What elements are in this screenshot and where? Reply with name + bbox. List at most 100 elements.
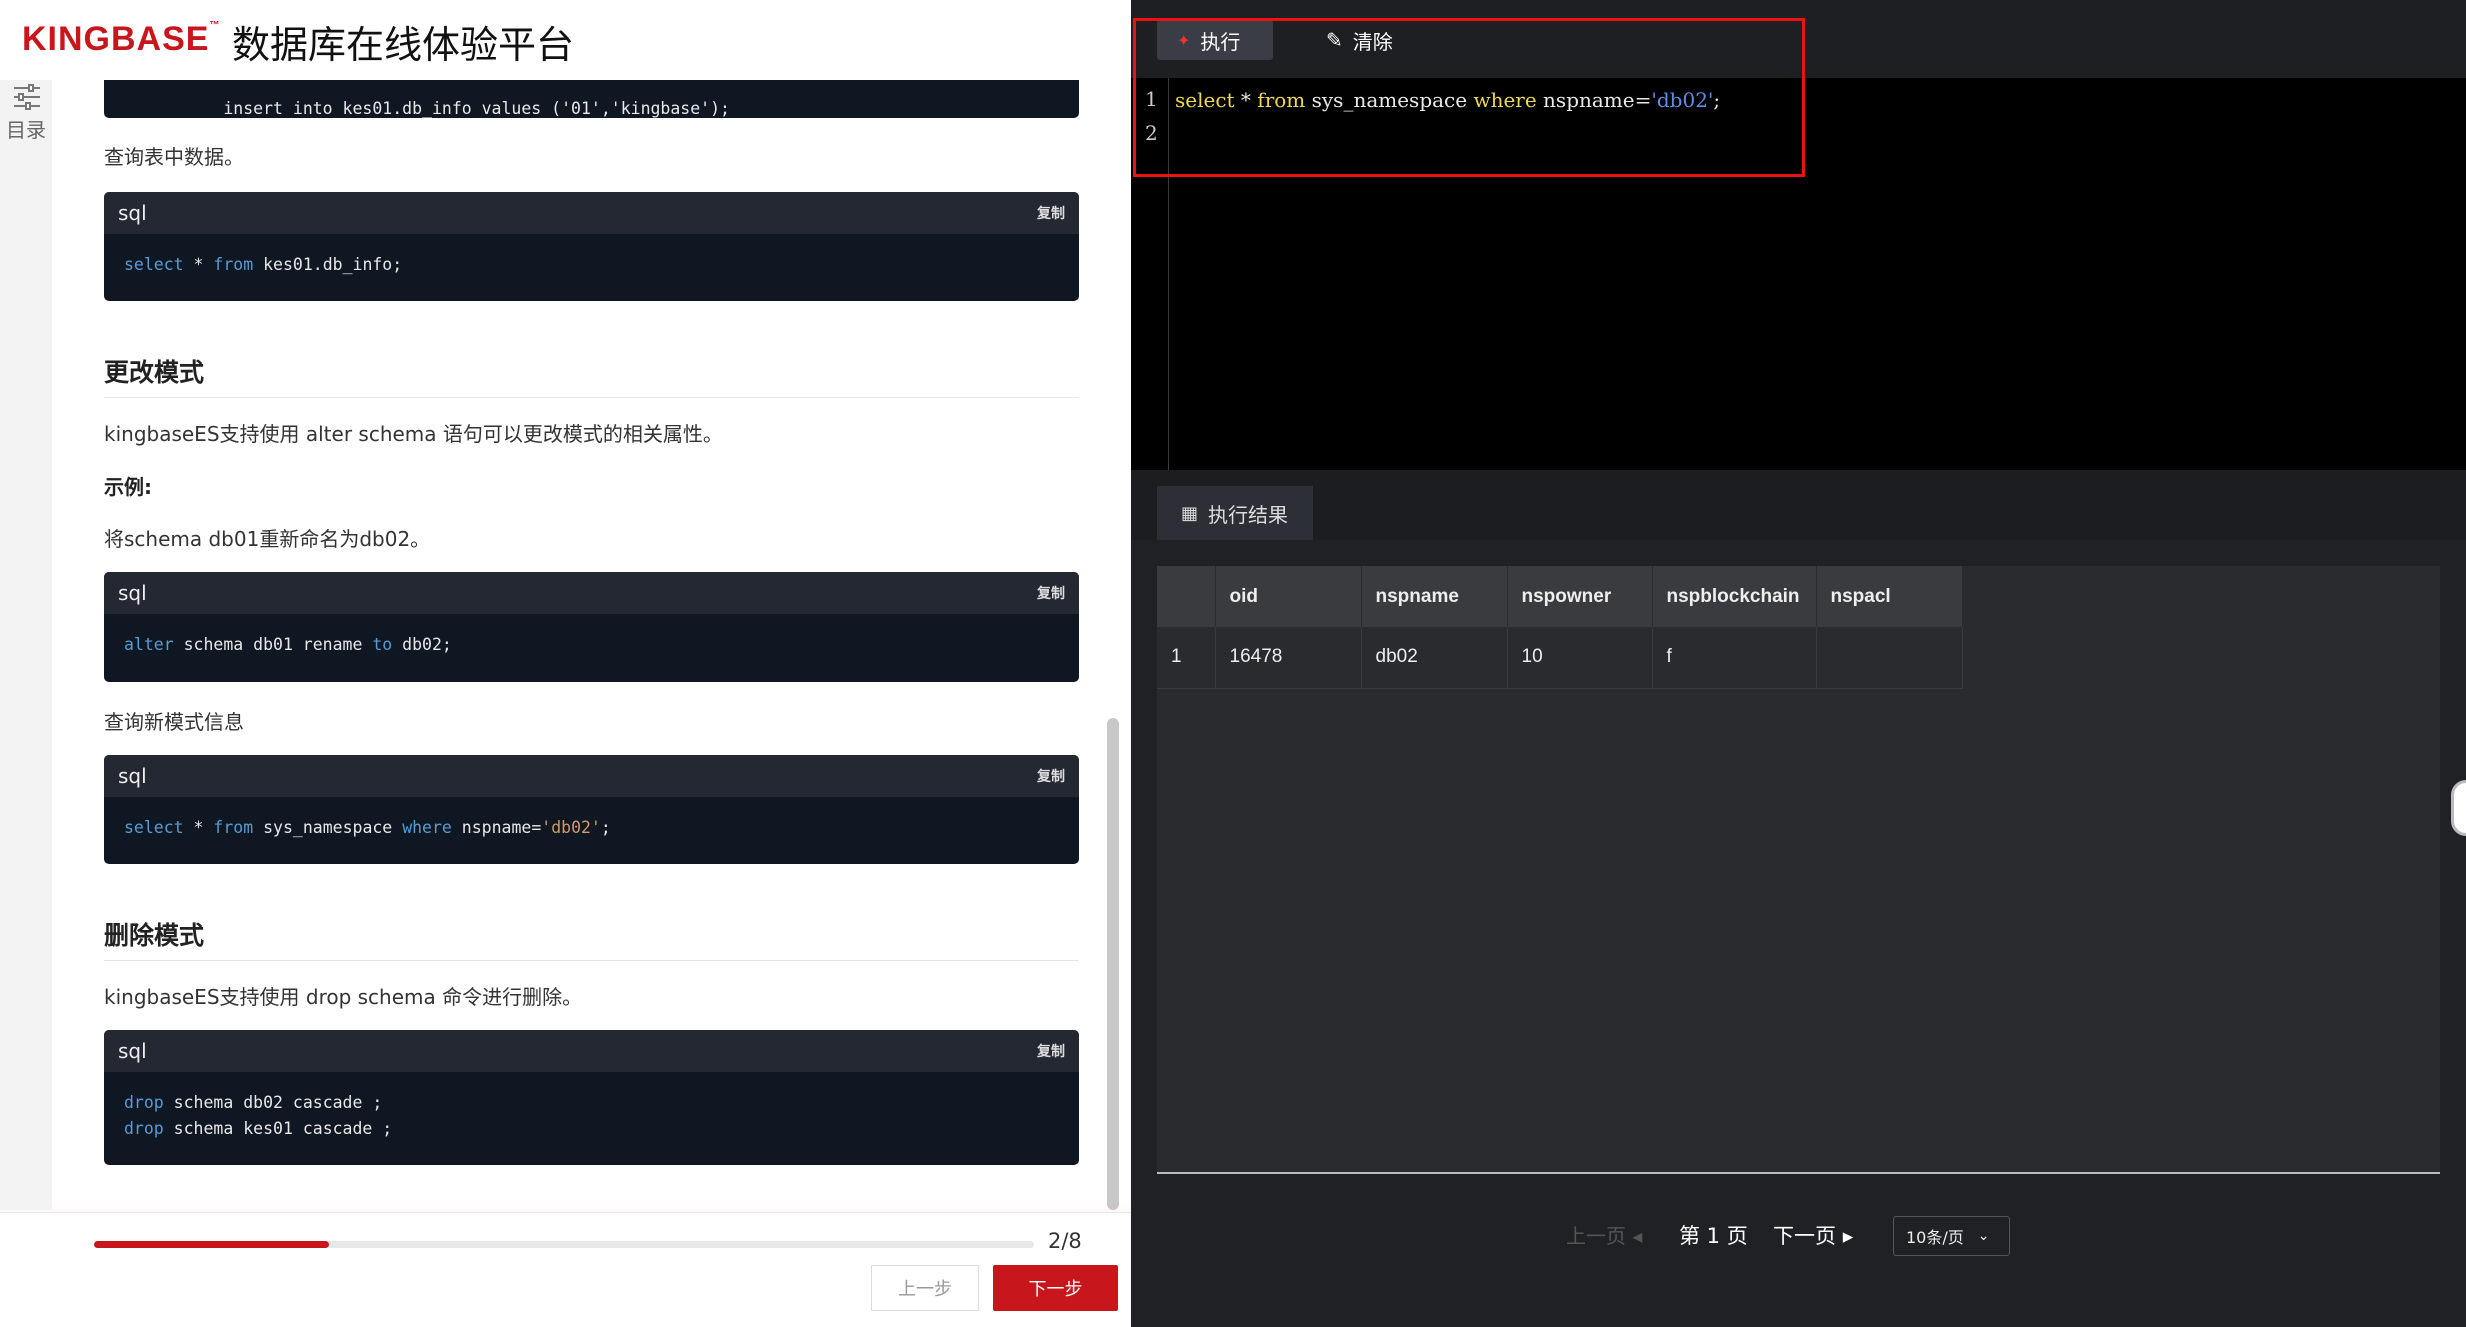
tutorial-pane: insert into kes01.db_info values ('01','… — [0, 0, 1131, 1327]
page-size-select[interactable]: 10条/页 ⌄ — [1893, 1216, 2010, 1256]
prev-step-button[interactable]: 上一步 — [871, 1265, 979, 1311]
copy-button[interactable]: 复制 — [1037, 1041, 1065, 1061]
code-keyword: from — [213, 818, 254, 837]
code-lang-label: sql — [118, 1039, 147, 1063]
line-number: 1 — [1145, 87, 1158, 111]
code-keyword: from — [213, 255, 254, 274]
para-query-table: 查询表中数据。 — [104, 145, 244, 169]
kingbase-logo[interactable]: KINGBASE™ — [22, 20, 220, 59]
code-block-select-namespace: sql 复制 select * from sys_namespace where… — [104, 755, 1079, 864]
prev-page-button[interactable]: 上一页 ◂ — [1566, 1220, 1642, 1249]
editor-text: * — [1234, 88, 1258, 112]
code-block-drop: sql 复制 drop schema db02 cascade ; drop s… — [104, 1030, 1079, 1165]
code-text-span: db02; — [392, 635, 452, 654]
code-text-span: schema db01 rename — [173, 635, 373, 654]
code-header: sql 复制 — [104, 572, 1079, 614]
toc-rail[interactable]: 目录 — [0, 80, 52, 1210]
editor-keyword: from — [1257, 88, 1306, 112]
column-header[interactable]: nspacl — [1816, 566, 1963, 627]
table-cell: 1 — [1157, 627, 1216, 689]
code-block-select-table: sql 复制 select * from kes01.db_info; — [104, 192, 1079, 301]
editor-string: 'db02' — [1651, 88, 1714, 112]
line-number: 2 — [1145, 121, 1158, 145]
code-keyword: alter — [124, 635, 174, 654]
table-header-row: oid nspname nspowner nspblockchain nspac… — [1157, 566, 1963, 627]
code-header: sql 复制 — [104, 192, 1079, 234]
column-header[interactable]: nspowner — [1507, 566, 1653, 627]
code-text-span: schema kes01 cascade ; — [163, 1119, 393, 1138]
execute-button[interactable]: ✦ 执行 — [1157, 20, 1273, 60]
step-progress-track — [94, 1241, 1034, 1248]
editor-text: nspname= — [1536, 88, 1652, 112]
panel-resize-handle[interactable] — [2451, 780, 2466, 836]
code-keyword: to — [372, 635, 393, 654]
tutorial-document: insert into kes01.db_info values ('01','… — [104, 0, 1079, 1210]
code-text: alter schema db01 rename to db02; — [104, 614, 1079, 658]
prev-page-label: 上一页 — [1566, 1224, 1626, 1248]
code-string: 'db02' — [541, 818, 601, 837]
table-row[interactable]: 1 16478 db02 10 f — [1157, 627, 1963, 689]
eraser-icon: ✎ — [1326, 28, 1343, 52]
editor-text: sys_namespace — [1305, 88, 1474, 112]
column-header[interactable]: nspblockchain — [1652, 566, 1817, 627]
code-text-span: ; — [600, 818, 611, 837]
copy-button[interactable]: 复制 — [1037, 203, 1065, 223]
table-cell — [1816, 627, 1963, 689]
code-header: sql 复制 — [104, 1030, 1079, 1072]
copy-button[interactable]: 复制 — [1037, 766, 1065, 786]
code-text-span: * — [183, 818, 214, 837]
code-lang-label: sql — [118, 581, 147, 605]
code-lang-label: sql — [118, 201, 147, 225]
next-step-button[interactable]: 下一步 — [993, 1265, 1118, 1311]
sliders-icon[interactable] — [12, 84, 42, 110]
results-panel: oid nspname nspowner nspblockchain nspac… — [1157, 566, 2440, 1174]
clear-label: 清除 — [1352, 29, 1393, 54]
example-label: 示例: — [104, 475, 152, 499]
clear-button[interactable]: ✎ 清除 — [1326, 20, 1393, 60]
table-cell: 16478 — [1215, 627, 1362, 689]
sql-workbench: ✦ 执行 ✎ 清除 1 2 select * from sys_namespac… — [1131, 0, 2466, 1327]
copy-button[interactable]: 复制 — [1037, 583, 1065, 603]
code-header: sql 复制 — [104, 755, 1079, 797]
tab-results[interactable]: ▦ 执行结果 — [1157, 486, 1313, 540]
results-table: oid nspname nspowner nspblockchain nspac… — [1157, 566, 1963, 689]
column-header — [1157, 566, 1216, 627]
code-text-span: kes01.db_info; — [253, 255, 403, 274]
table-cell: db02 — [1361, 627, 1508, 689]
code-text-span: schema db02 cascade ; — [163, 1093, 383, 1112]
results-tabbar: ▦ 执行结果 — [1131, 470, 2466, 540]
para-alter-desc: kingbaseES支持使用 alter schema 语句可以更改模式的相关属… — [104, 422, 723, 446]
grid-icon: ▦ — [1181, 502, 1199, 524]
code-keyword: where — [402, 818, 452, 837]
line-number-gutter: 1 2 — [1131, 78, 1169, 470]
para-drop-desc: kingbaseES支持使用 drop schema 命令进行删除。 — [104, 985, 583, 1009]
sql-editor[interactable]: 1 2 select * from sys_namespace where ns… — [1131, 78, 2466, 470]
editor-line-1[interactable]: select * from sys_namespace where nspnam… — [1175, 88, 1720, 112]
step-progress-fill — [94, 1241, 329, 1248]
para-query-schema: 查询新模式信息 — [104, 710, 244, 734]
editor-text: ; — [1713, 88, 1721, 112]
page-size-value: 10条/页 — [1906, 1228, 1964, 1247]
heading-alter-schema: 更改模式 — [104, 353, 1079, 398]
column-header[interactable]: nspname — [1361, 566, 1508, 627]
code-keyword: select — [124, 255, 184, 274]
toc-label[interactable]: 目录 — [6, 114, 46, 143]
step-progress-text: 2/8 — [1048, 1229, 1082, 1253]
caret-left-icon: ◂ — [1632, 1224, 1643, 1248]
table-cell: 10 — [1507, 627, 1653, 689]
run-icon: ✦ — [1177, 30, 1191, 50]
code-keyword: drop — [124, 1119, 164, 1138]
code-insert-line: insert into kes01.db_info values ('01','… — [223, 99, 730, 118]
next-page-label: 下一页 — [1773, 1224, 1836, 1248]
column-header[interactable]: oid — [1215, 566, 1362, 627]
results-pagination: 上一页 ◂ 第 1 页 下一页 ▸ 10条/页 ⌄ — [1131, 1208, 2466, 1258]
results-tab-label: 执行结果 — [1208, 502, 1289, 527]
editor-keyword: where — [1473, 88, 1537, 112]
code-text-span: nspname= — [451, 818, 542, 837]
next-page-button[interactable]: 下一页 ▸ — [1773, 1220, 1853, 1250]
doc-scrollbar[interactable] — [1107, 718, 1119, 1210]
step-nav-bar: 2/8 上一步 下一步 — [0, 1212, 1131, 1327]
code-keyword: select — [124, 818, 184, 837]
editor-toolbar: ✦ 执行 ✎ 清除 — [1131, 0, 2466, 78]
code-text: drop schema db02 cascade ; drop schema k… — [104, 1072, 1079, 1142]
